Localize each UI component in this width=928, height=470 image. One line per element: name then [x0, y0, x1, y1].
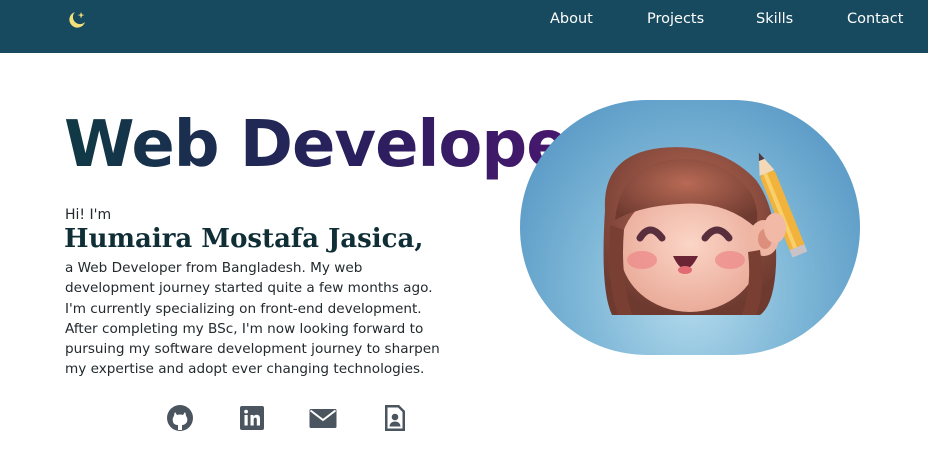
nav-about-link[interactable]: About [550, 11, 593, 27]
moon-star-icon[interactable] [66, 9, 88, 31]
developer-name: Humaira Mostafa Jasica, [64, 224, 424, 254]
nav-contact-link[interactable]: Contact [847, 11, 903, 27]
resume-icon[interactable] [380, 403, 410, 433]
mail-icon[interactable] [308, 403, 338, 433]
avatar-frame [520, 100, 860, 355]
github-icon[interactable] [165, 403, 195, 433]
nav-projects-link[interactable]: Projects [647, 11, 704, 27]
greeting-text: Hi! I'm [65, 207, 112, 223]
avatar-illustration [603, 147, 808, 315]
nav-skills-link[interactable]: Skills [756, 11, 793, 27]
bio-text: a Web Developer from Bangladesh. My web … [65, 260, 440, 378]
navbar: About Projects Skills Contact [0, 0, 928, 53]
hero-title: Web Developer [64, 108, 600, 182]
linkedin-icon[interactable] [237, 403, 267, 433]
